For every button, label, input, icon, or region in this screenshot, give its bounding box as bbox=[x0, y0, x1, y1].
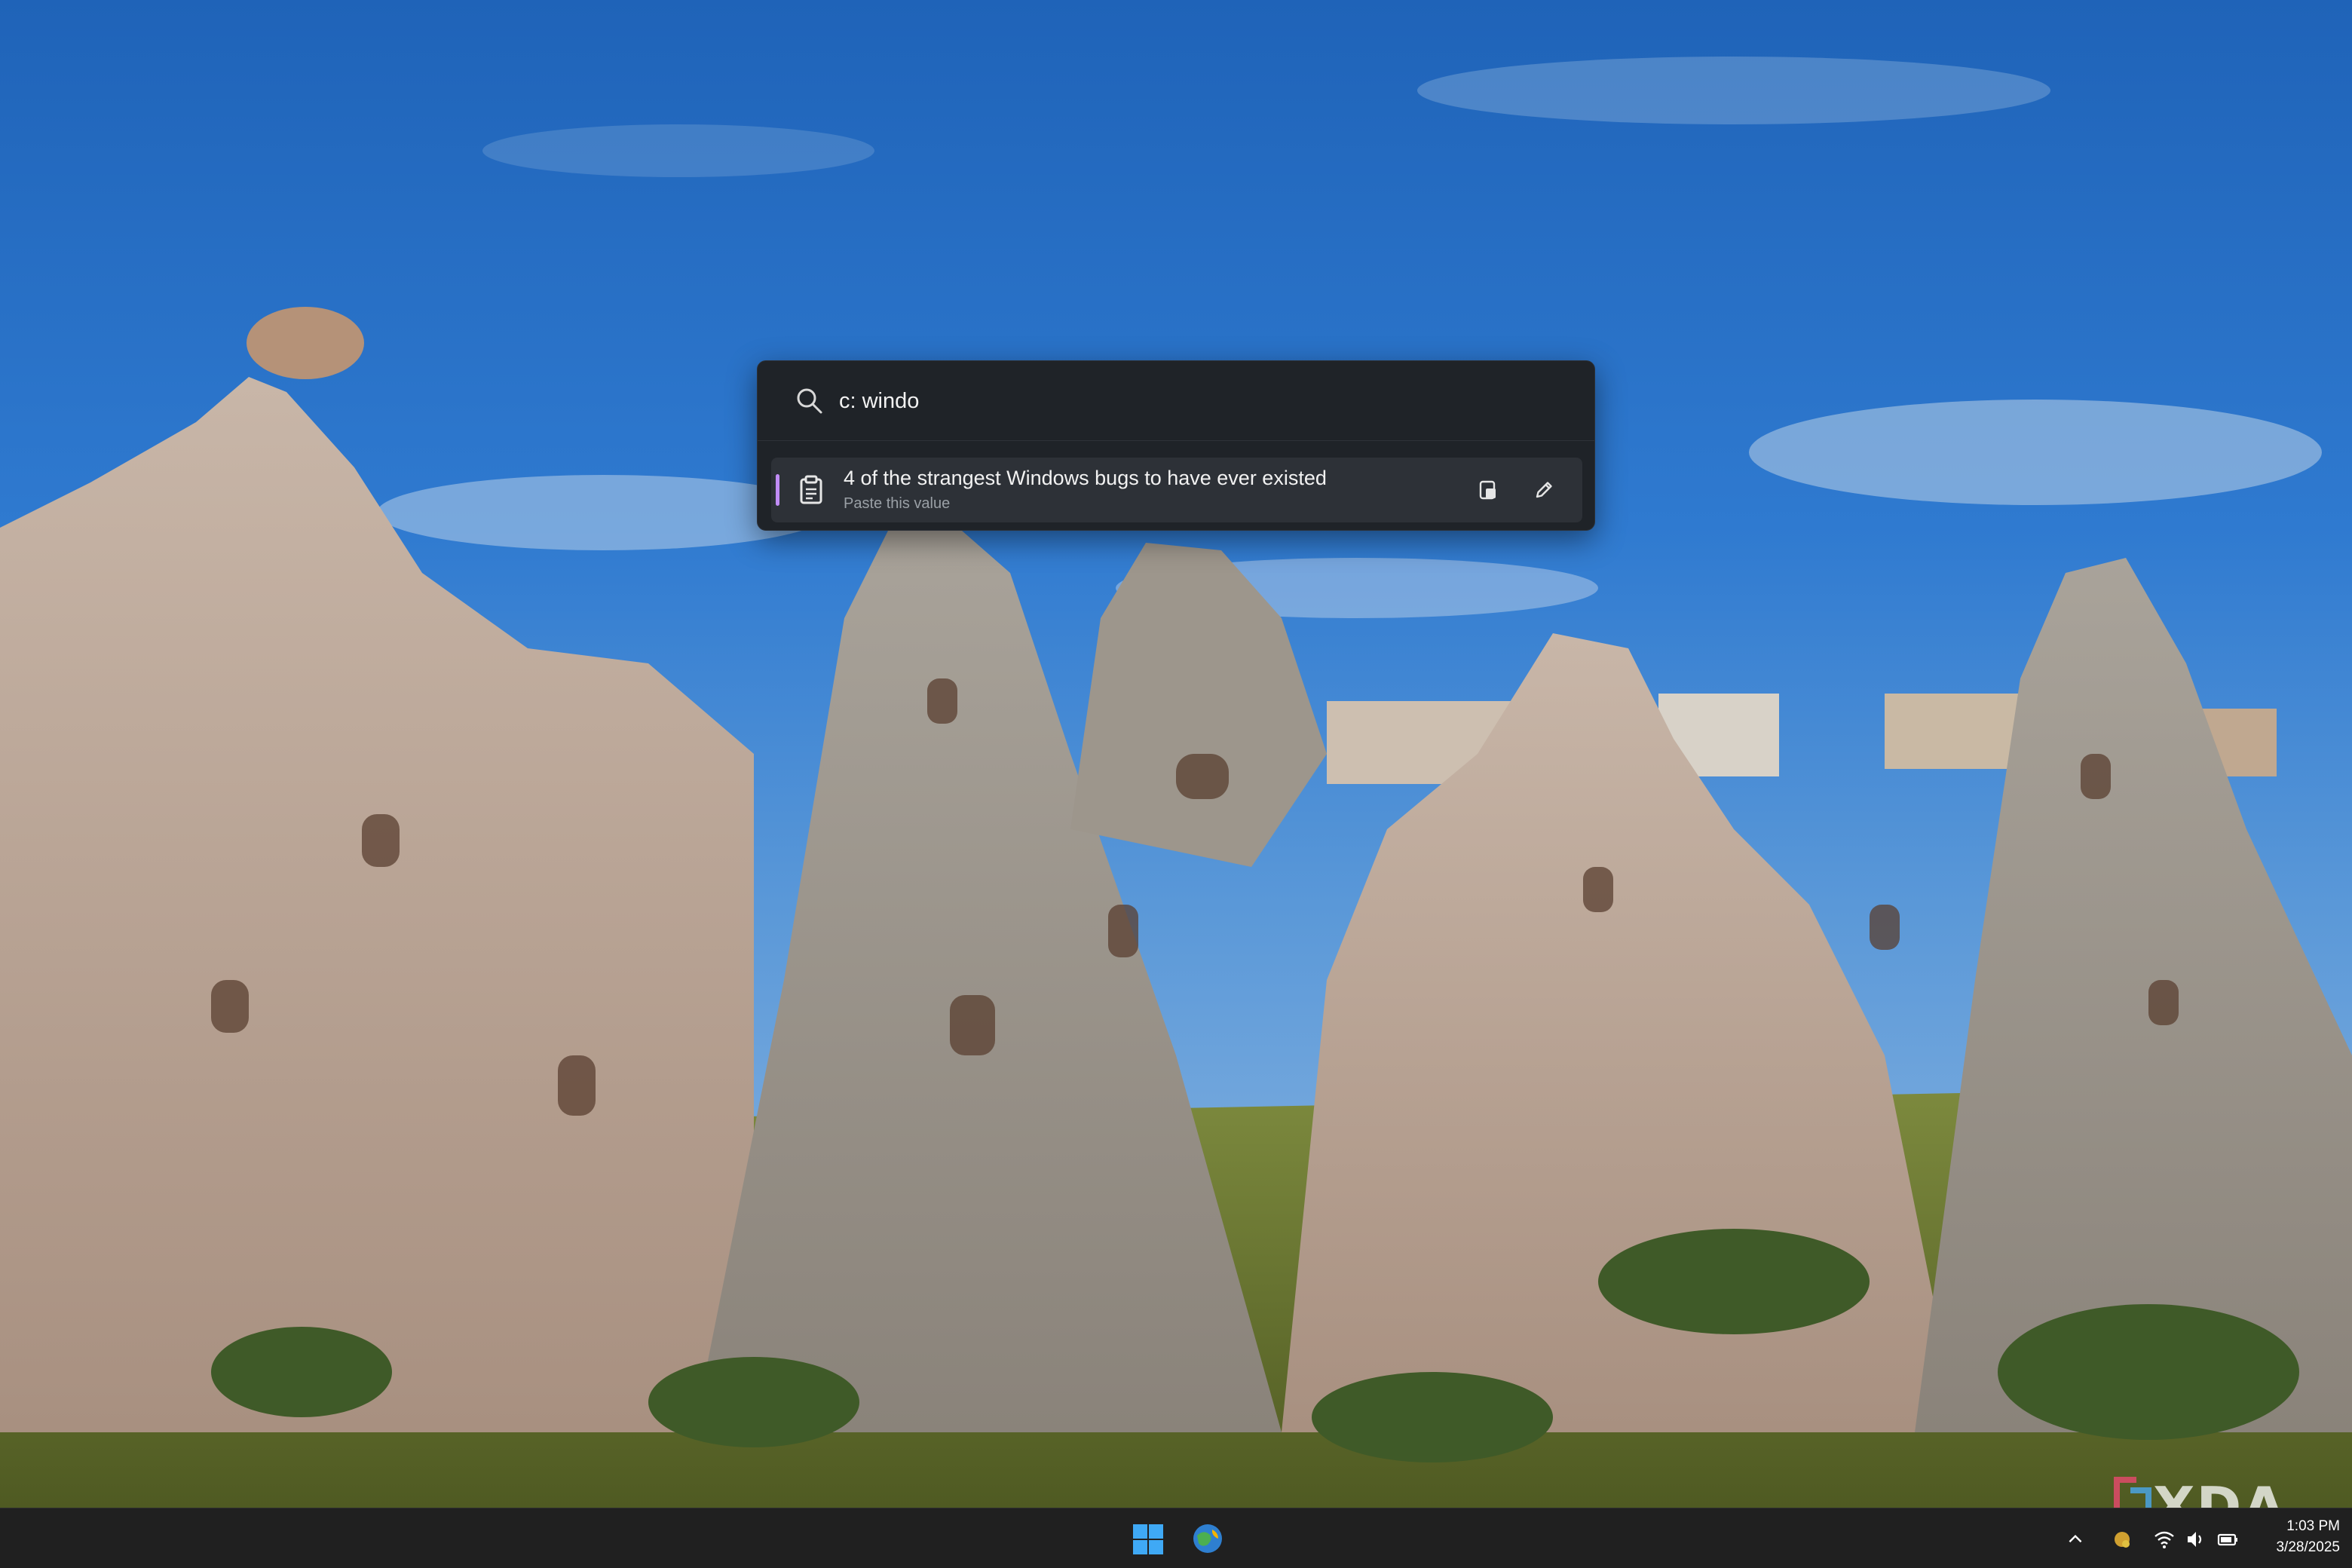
search-icon bbox=[797, 388, 822, 414]
wifi-icon[interactable] bbox=[2153, 1528, 2176, 1551]
command-palette: 4 of the strangest Windows bugs to have … bbox=[757, 360, 1595, 531]
browser-icon bbox=[1193, 1524, 1222, 1553]
taskbar: 1:03 PM 3/28/2025 bbox=[0, 1508, 2352, 1568]
clipboard-icon bbox=[800, 475, 822, 504]
edit-button[interactable] bbox=[1525, 471, 1563, 509]
clock-date: 3/28/2025 bbox=[2276, 1539, 2340, 1555]
search-row bbox=[758, 361, 1594, 441]
browser-taskbar-button[interactable] bbox=[1191, 1522, 1224, 1555]
taskbar-clock[interactable]: 1:03 PM 3/28/2025 bbox=[2262, 1516, 2340, 1558]
pencil-icon bbox=[1536, 482, 1552, 498]
paste-icon bbox=[1479, 480, 1496, 500]
desktop-wallpaper bbox=[0, 0, 2352, 1508]
windows-logo-icon bbox=[1133, 1524, 1163, 1554]
volume-icon[interactable] bbox=[2185, 1528, 2207, 1551]
paste-button[interactable] bbox=[1469, 471, 1507, 509]
search-input[interactable] bbox=[839, 379, 1517, 423]
selection-indicator bbox=[776, 474, 779, 506]
onedrive-icon[interactable] bbox=[2111, 1528, 2133, 1551]
start-button[interactable] bbox=[1132, 1524, 1164, 1555]
result-title: 4 of the strangest Windows bugs to have … bbox=[844, 467, 1327, 489]
result-subtitle: Paste this value bbox=[844, 495, 951, 512]
battery-icon[interactable] bbox=[2216, 1528, 2239, 1551]
chevron-up-icon[interactable] bbox=[2066, 1530, 2085, 1549]
result-item[interactable]: 4 of the strangest Windows bugs to have … bbox=[771, 458, 1582, 522]
clock-time: 1:03 PM bbox=[2286, 1518, 2340, 1534]
